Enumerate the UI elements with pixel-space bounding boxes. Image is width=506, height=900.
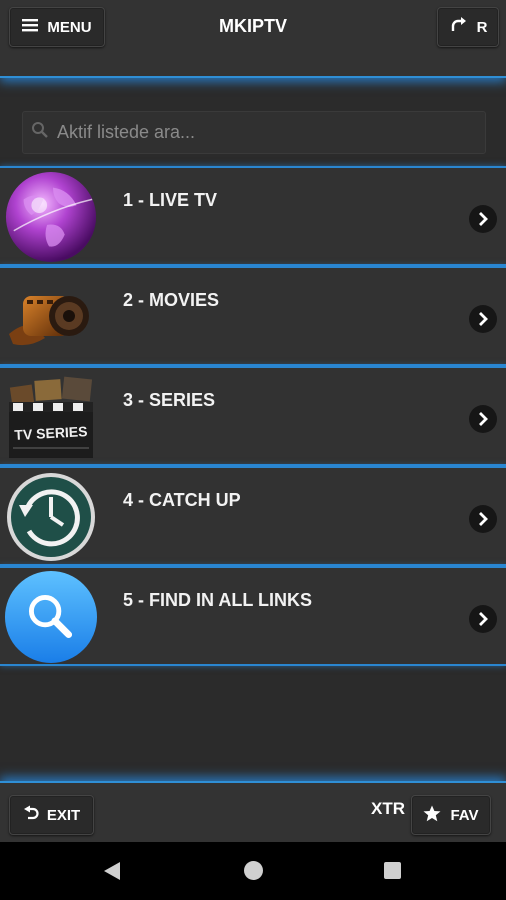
list-item-label: 2 - MOVIES [123, 290, 220, 310]
xtr-label: XTR [371, 799, 405, 818]
chevron-right-icon [469, 305, 497, 333]
top-bar: MENU MKIPTV R [0, 0, 506, 78]
category-list: 1 - LIVE TV 2 - MOVIES TV SERIES 3 - SER… [0, 166, 506, 666]
fav-button-label: FAV [450, 806, 479, 824]
chevron-right-icon [469, 405, 497, 433]
list-item-label: 5 - FIND IN ALL LINKS [123, 590, 312, 610]
chevron-right-icon [469, 505, 497, 533]
chevron-right-icon [469, 605, 497, 633]
bottom-bar: EXIT XTR FAV [0, 781, 506, 842]
list-item-catch-up[interactable]: 4 - CATCH UP [0, 466, 506, 566]
back-icon[interactable] [102, 861, 122, 886]
exit-button-label: EXIT [46, 806, 81, 824]
system-nav-bar [0, 842, 506, 900]
search-icon [31, 121, 49, 144]
globe-icon [4, 170, 98, 264]
clock-history-icon [4, 470, 98, 564]
refresh-arrow-icon [449, 16, 467, 38]
list-item-label: 4 - CATCH UP [123, 490, 241, 510]
list-item-live-tv[interactable]: 1 - LIVE TV [0, 166, 506, 266]
list-item-label: 3 - SERIES [123, 390, 216, 410]
star-icon [423, 805, 441, 826]
fav-button[interactable]: FAV [411, 795, 491, 835]
magnifier-icon [4, 570, 98, 664]
film-reel-icon [4, 270, 98, 364]
exit-button[interactable]: EXIT [9, 795, 94, 835]
refresh-button-label: R [476, 18, 488, 36]
page-title: MKIPTV [218, 16, 287, 36]
search-box [22, 111, 486, 154]
tv-series-clapperboard-icon: TV SERIES [4, 370, 98, 464]
list-item-movies[interactable]: 2 - MOVIES [0, 266, 506, 366]
list-item-find-in-all-links[interactable]: 5 - FIND IN ALL LINKS [0, 566, 506, 666]
refresh-button[interactable]: R [437, 7, 499, 47]
recent-apps-icon[interactable] [384, 862, 401, 879]
search-input[interactable] [57, 122, 457, 143]
list-item-label: 1 - LIVE TV [123, 190, 218, 210]
undo-arrow-icon [23, 805, 39, 825]
list-item-series[interactable]: TV SERIES 3 - SERIES [0, 366, 506, 466]
chevron-right-icon [469, 205, 497, 233]
home-icon[interactable] [244, 861, 263, 880]
